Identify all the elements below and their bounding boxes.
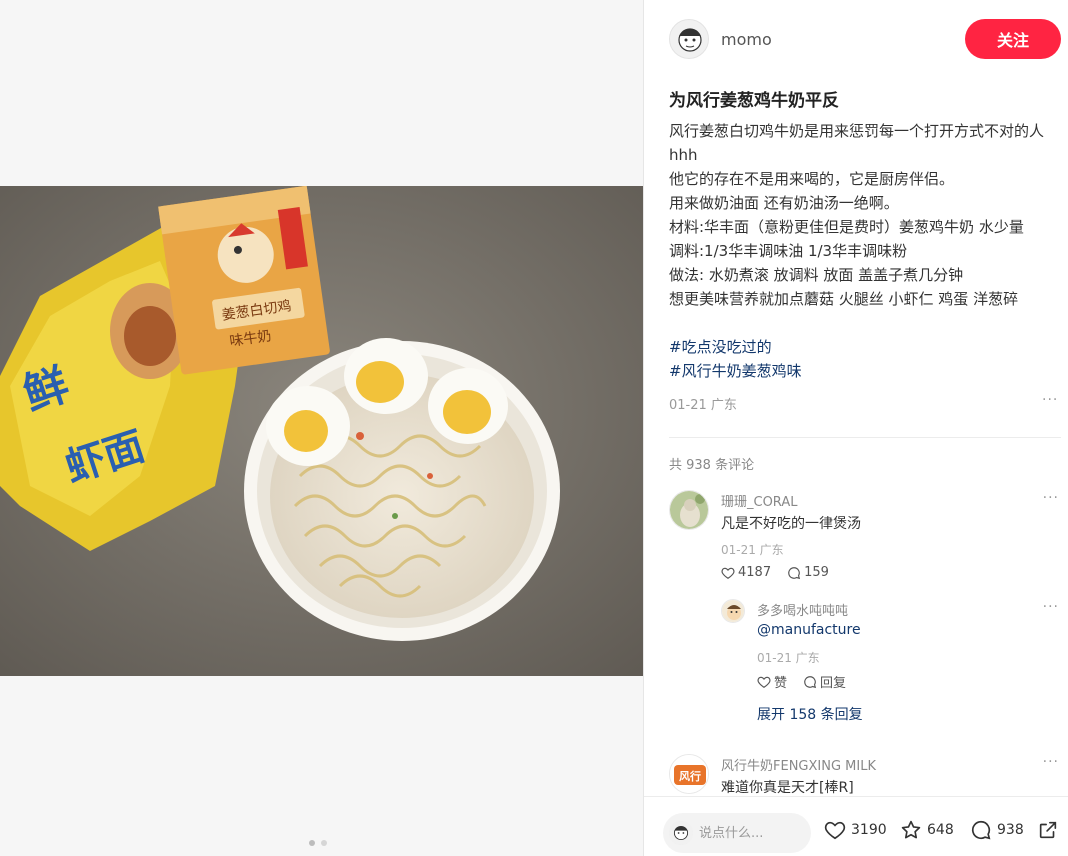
reply-item: 多多喝水吨吨吨 @manufacture 01-21 广东 赞 回复 ··· xyxy=(721,599,1061,699)
commenter-avatar[interactable]: 风行 xyxy=(669,754,709,794)
comment-item: 珊珊_CORAL 凡是不好吃的一律煲汤 01-21 广东 4187 159 ··… xyxy=(669,490,1061,590)
like-button[interactable]: 3190 xyxy=(824,819,887,841)
chat-bubble-icon xyxy=(804,675,817,688)
post-line: 做法: 水奶煮滚 放调料 放面 盖盖子煮几分钟 xyxy=(669,266,964,284)
like-count: 3190 xyxy=(851,822,887,838)
more-options-icon[interactable]: ··· xyxy=(1043,599,1059,615)
post-body: 风行姜葱白切鸡牛奶是用来惩罚每一个打开方式不对的人hhh 他它的存在不是用来喝的… xyxy=(669,119,1061,383)
comment-text: 凡是不好吃的一律煲汤 xyxy=(721,516,861,532)
note-detail-panel: momo 关注 为风行姜葱鸡牛奶平反 风行姜葱白切鸡牛奶是用来惩罚每一个打开方式… xyxy=(644,0,1068,856)
commenter-avatar[interactable] xyxy=(669,490,709,530)
heart-icon xyxy=(721,567,735,579)
current-user-avatar xyxy=(669,821,693,845)
comment-input[interactable] xyxy=(699,813,805,853)
post-line: 风行姜葱白切鸡牛奶是用来惩罚每一个打开方式不对的人hhh xyxy=(669,122,1045,164)
hashtag-link[interactable]: #吃点没吃过的 xyxy=(669,335,1061,359)
post-line: 材料:华丰面（意粉更佳但是费时）姜葱鸡牛奶 水少量 xyxy=(669,218,1024,236)
star-icon xyxy=(901,820,921,839)
reply-date-location: 01-21 广东 xyxy=(757,651,820,665)
hashtag-link[interactable]: #风行牛奶姜葱鸡味 xyxy=(669,359,1061,383)
expand-replies-link[interactable]: 展开 158 条回复 xyxy=(757,704,863,724)
noodle-photo-image: 鲜 虾面 姜葱白切鸡 味牛奶 xyxy=(0,186,643,676)
media-viewer[interactable]: 鲜 虾面 姜葱白切鸡 味牛奶 xyxy=(0,0,643,856)
commenter-name[interactable]: 风行牛奶FENGXING MILK xyxy=(721,755,876,774)
comment-input-pill[interactable] xyxy=(663,813,811,853)
carousel-dot[interactable] xyxy=(321,840,327,846)
reply-like-button[interactable]: 赞 xyxy=(757,672,787,691)
reply-reply-button[interactable]: 回复 xyxy=(803,672,846,691)
more-options-icon[interactable]: ··· xyxy=(1043,490,1059,506)
carousel-dots xyxy=(309,840,327,846)
heart-icon xyxy=(757,676,771,688)
reply-like-label: 赞 xyxy=(774,676,788,691)
author-row: momo 关注 xyxy=(669,19,1061,59)
reply-actions: 赞 回复 xyxy=(757,672,846,691)
comment-actions: 4187 159 xyxy=(721,565,829,580)
comment-button[interactable]: 938 xyxy=(970,819,1024,841)
share-icon xyxy=(1039,821,1057,839)
comment-item: 风行 风行牛奶FENGXING MILK 难道你真是天才[棒R] ··· xyxy=(669,754,1061,796)
more-options-icon[interactable]: ··· xyxy=(1043,754,1059,770)
comment-reply-count: 159 xyxy=(804,565,829,580)
brand-logo-text: 风行 xyxy=(679,769,701,783)
comment-total-count: 938 xyxy=(997,822,1024,838)
chat-bubble-icon xyxy=(788,566,801,579)
divider xyxy=(669,437,1061,438)
commenter-name[interactable]: 珊珊_CORAL xyxy=(721,491,797,510)
share-button[interactable] xyxy=(1037,819,1059,841)
post-line: 想更美味营养就加点蘑菇 火腿丝 小虾仁 鸡蛋 洋葱碎 xyxy=(669,290,1019,308)
comment-like-button[interactable]: 4187 xyxy=(721,565,771,580)
collect-count: 648 xyxy=(927,822,954,838)
comment-like-count: 4187 xyxy=(738,565,772,580)
comment-date-location: 01-21 广东 xyxy=(721,543,784,557)
comment-count: 共 938 条评论 xyxy=(669,458,755,473)
comment-text: 难道你真是天才[棒R] xyxy=(721,780,854,796)
heart-icon xyxy=(824,821,846,840)
replier-avatar[interactable] xyxy=(721,599,745,623)
post-title: 为风行姜葱鸡牛奶平反 xyxy=(669,91,839,111)
reply-mention-link[interactable]: @manufacture xyxy=(757,622,861,638)
post-photo[interactable]: 鲜 虾面 姜葱白切鸡 味牛奶 xyxy=(0,186,643,676)
reply-reply-label: 回复 xyxy=(820,676,847,691)
post-line: 用来做奶油面 还有奶油汤一绝啊。 xyxy=(669,194,899,212)
replier-name[interactable]: 多多喝水吨吨吨 xyxy=(757,600,848,619)
collect-button[interactable]: 648 xyxy=(900,819,954,841)
post-line: 他它的存在不是用来喝的，它是厨房伴侣。 xyxy=(669,170,955,188)
chat-bubble-icon xyxy=(971,820,991,840)
post-date-location: 01-21 广东 xyxy=(669,398,737,413)
engagement-bar: 3190 648 938 xyxy=(644,796,1068,856)
comment-reply-button[interactable]: 159 xyxy=(787,565,829,580)
author-name[interactable]: momo xyxy=(721,30,772,49)
more-options-icon[interactable]: ··· xyxy=(1042,392,1058,408)
carousel-dot[interactable] xyxy=(309,840,315,846)
follow-button[interactable]: 关注 xyxy=(965,19,1061,59)
post-line: 调料:1/3华丰调味油 1/3华丰调味粉 xyxy=(669,242,908,260)
author-avatar[interactable] xyxy=(669,19,709,59)
